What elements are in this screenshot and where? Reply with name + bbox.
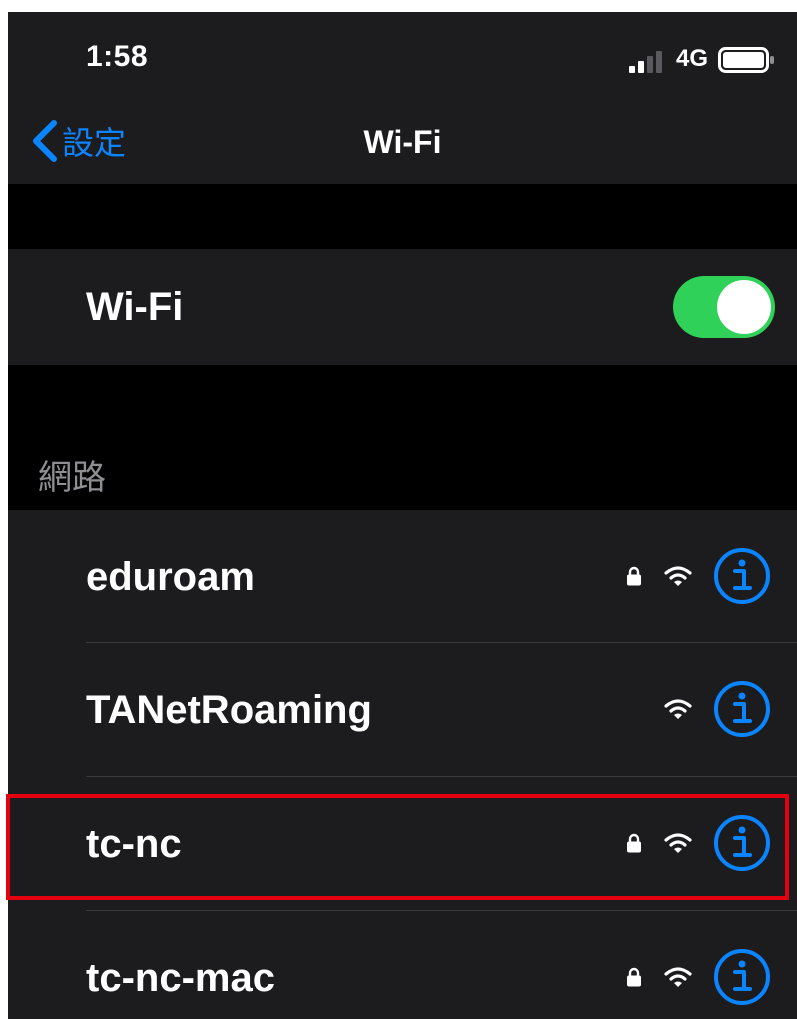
wifi-toggle-switch[interactable] [673, 276, 775, 338]
toggle-knob [717, 280, 771, 334]
network-row-tc-nc-mac[interactable]: tc-nc-mac [8, 911, 797, 1019]
info-button[interactable] [713, 814, 771, 872]
wifi-signal-icon [664, 699, 692, 719]
info-button[interactable] [713, 948, 771, 1006]
network-name: tc-nc-mac [86, 956, 275, 1000]
info-button[interactable] [713, 680, 771, 738]
wifi-toggle-label: Wi-Fi [86, 285, 184, 329]
network-name: eduroam [86, 555, 255, 599]
navigation-bar: 設定 Wi-Fi [8, 102, 797, 184]
network-row-eduroam[interactable]: eduroam [8, 510, 797, 642]
network-type-label: 4G [676, 45, 709, 72]
status-bar: 1:58 4G [8, 12, 797, 102]
lock-icon [627, 833, 641, 853]
cellular-signal-icon [629, 51, 662, 73]
networks-section-header: 網路 [38, 458, 106, 498]
network-row-tc-nc[interactable]: tc-nc [8, 777, 797, 910]
info-button[interactable] [713, 547, 771, 605]
wifi-signal-icon [664, 833, 692, 853]
wifi-settings-screen: 1:58 4G 設定 Wi-Fi Wi-Fi 網路 eduroam TANetR… [8, 12, 797, 1019]
wifi-toggle-row: Wi-Fi [8, 249, 797, 365]
wifi-signal-icon [664, 967, 692, 987]
page-title: Wi-Fi [363, 124, 442, 160]
network-name: tc-nc [86, 822, 182, 866]
network-name: TANetRoaming [86, 688, 372, 732]
network-row-tanetroaming[interactable]: TANetRoaming [8, 643, 797, 776]
wifi-signal-icon [664, 566, 692, 586]
battery-icon [718, 47, 774, 73]
lock-icon [627, 967, 641, 987]
lock-icon [627, 566, 641, 586]
status-time: 1:58 [86, 40, 149, 73]
network-list: eduroam TANetRoaming tc-nc tc-nc-mac [8, 510, 797, 1019]
